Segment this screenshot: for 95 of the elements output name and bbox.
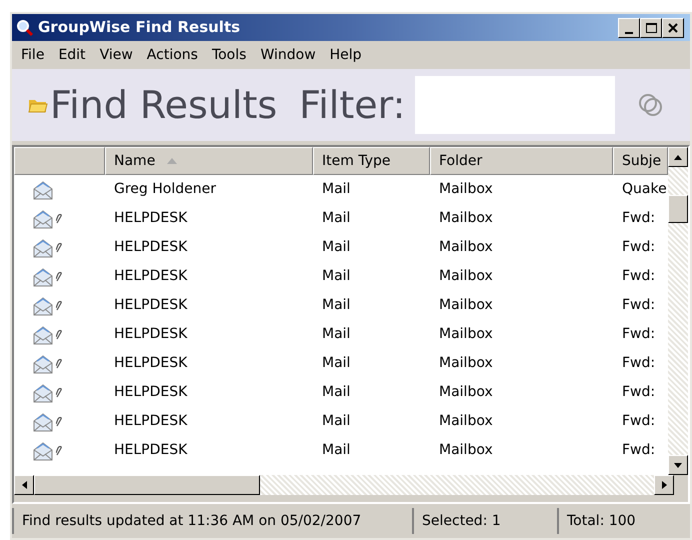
envelope-icon [32,382,54,402]
table-cell-text: Mailbox [438,238,494,257]
table-cell-text: Fwd: [621,441,656,460]
table-cell-text: HELPDESK [113,325,188,344]
paperclip-icon [56,214,62,224]
table-cell-text: Fwd: [621,296,656,315]
paperclip-icon [56,446,62,456]
envelope-icon [32,296,54,316]
table-cell-text: Mail [321,238,352,257]
table-cell-text: Mailbox [438,354,494,373]
envelope-icon [32,412,54,432]
filter-label: Filter: [299,82,406,128]
envelope-icon [32,266,54,286]
column-header[interactable]: Folder [430,147,613,175]
menu-item[interactable]: File [16,44,50,66]
status-text: Selected: 1 [412,508,557,534]
table-cell-text: HELPDESK [113,412,188,431]
folder-icon [28,97,48,113]
table-cell-text: Mail [321,325,352,344]
table-cell-text: Mail [321,296,352,315]
scroll-thumb[interactable] [34,475,260,495]
column-header[interactable]: Name [105,147,313,175]
table-cell-text: Mail [321,441,352,460]
magnifier-icon [16,18,34,36]
table-cell-text: Mail [321,412,352,431]
paperclip-icon [56,272,62,282]
header-title: Find Results [50,82,278,128]
envelope-icon [32,208,54,228]
menu-item[interactable]: Tools [206,44,252,66]
envelope-icon [32,238,54,258]
column-header[interactable] [14,147,105,175]
menu-item[interactable]: Edit [53,44,91,66]
envelope-icon [32,324,54,344]
table-cell-text: HELPDESK [113,267,188,286]
up-arrow-icon[interactable] [674,154,682,160]
close-icon [668,22,678,32]
window-title: GroupWise Find Results [38,17,240,38]
envelope-icon [32,180,54,200]
table-cell-text: Mailbox [438,180,494,199]
table-cell-text: Mail [321,180,352,199]
column-header[interactable]: Item Type [313,147,430,175]
status-text: Total: 100 [557,508,677,534]
table-cell-text: Mailbox [438,209,494,228]
horizontal-scrollbar[interactable] [14,475,674,495]
table-cell-text: Fwd: [621,354,656,373]
table-cell-text: HELPDESK [113,354,188,373]
envelope-icon [32,354,54,374]
table-cell-text: Fwd: [621,412,656,431]
vertical-scrollbar[interactable] [668,147,688,475]
menu-item[interactable]: Help [324,44,367,66]
table-cell-text: Quake [621,180,668,199]
table-cell-text: Fwd: [621,267,656,286]
table-cell-text: Mail [321,383,352,402]
table-cell-text: Fwd: [621,238,656,257]
left-arrow-icon[interactable] [22,481,26,489]
table-cell-text: Mail [321,354,352,373]
table-cell-text: Fwd: [621,325,656,344]
paperclip-icon [56,388,62,398]
table-cell-text: HELPDESK [113,209,188,228]
paperclip-icon [56,242,62,252]
paperclip-icon [56,300,62,310]
filter-field[interactable] [415,76,616,134]
paperclip-icon [56,416,62,426]
paperclip-icon [56,358,62,368]
maximize-icon [646,22,656,32]
table-cell-text: Fwd: [621,383,656,402]
table-cell-text: HELPDESK [113,238,188,257]
paperclip-icon [56,330,62,340]
status-text: Find results updated at 11:36 AM on 05/02/2007 [12,508,412,534]
minimize-button[interactable] [618,18,640,38]
table-cell-text: Mailbox [438,267,494,286]
table-cell-text: HELPDESK [113,296,188,315]
table-cell-text: Greg Holdener [113,180,217,199]
table-cell-text: HELPDESK [113,383,188,402]
menu-item[interactable]: Actions [142,44,203,66]
menu-item[interactable]: View [94,44,138,66]
table-cell-text: HELPDESK [113,441,188,460]
table-cell-text: Mail [321,209,352,228]
table-cell-text: Mailbox [438,412,494,431]
menu-item[interactable]: Window [255,44,321,66]
table-cell-text: Mailbox [438,383,494,402]
close-button[interactable] [662,18,684,38]
table-cell-text: Fwd: [621,209,656,228]
table-cell-text: Mailbox [438,325,494,344]
down-arrow-icon[interactable] [674,462,682,468]
column-header[interactable]: Subje [613,147,668,175]
table-cell-text: Mailbox [438,441,494,460]
envelope-icon [32,440,54,460]
minimize-icon [625,32,633,34]
maximize-button[interactable] [640,18,662,38]
table-cell-text: Mail [321,267,352,286]
right-arrow-icon[interactable] [662,481,666,489]
table-cell-text: Mailbox [438,296,494,315]
scroll-thumb[interactable] [668,195,688,223]
sort-ascending-icon [167,158,178,164]
